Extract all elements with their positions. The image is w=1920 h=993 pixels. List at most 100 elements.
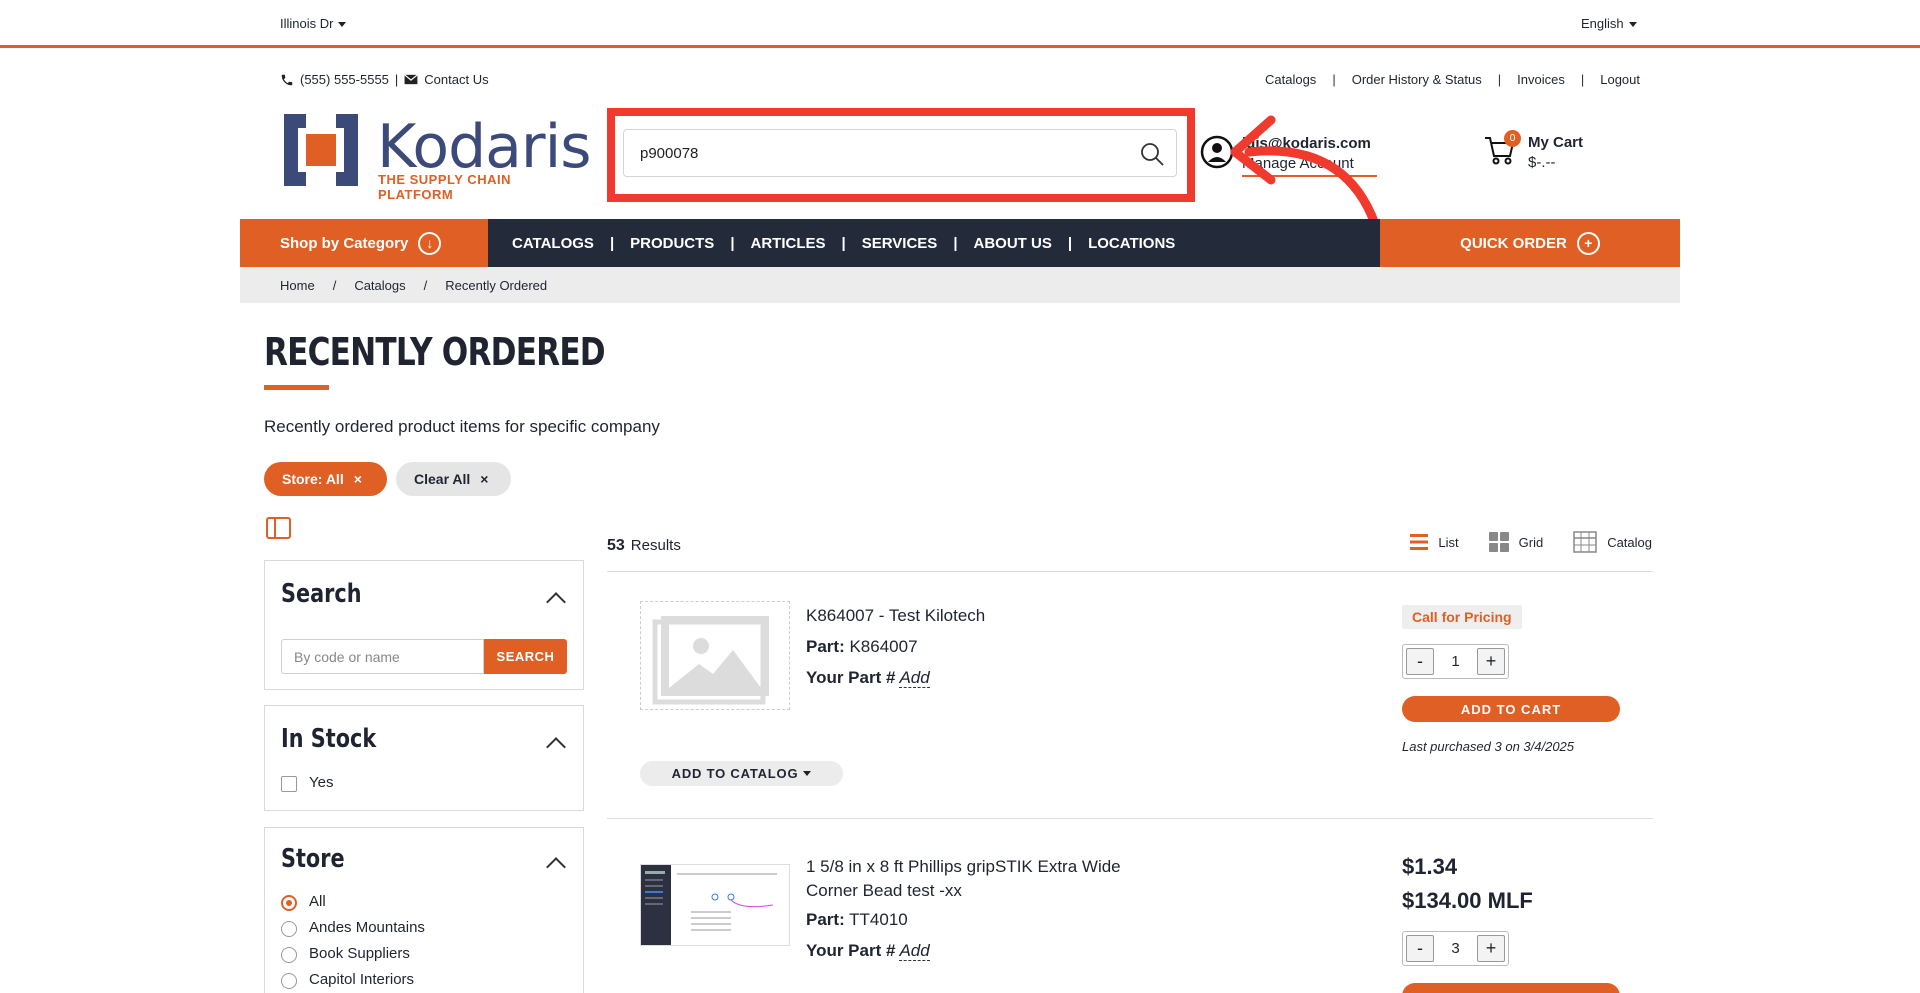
product-image[interactable] xyxy=(640,864,790,946)
breadcrumb-catalogs[interactable]: Catalogs xyxy=(354,278,405,293)
close-icon[interactable]: × xyxy=(480,471,488,487)
page-title: RECENTLY ORDERED xyxy=(264,330,606,374)
product-image-placeholder[interactable] xyxy=(640,601,790,710)
filter-search-input[interactable]: By code or name xyxy=(281,639,484,674)
chevron-down-icon xyxy=(338,22,347,28)
chevron-up-icon[interactable] xyxy=(546,592,566,612)
location-selector[interactable]: Illinois Dr xyxy=(280,16,347,31)
breadcrumb-current: Recently Ordered xyxy=(445,277,548,293)
nav-about-us[interactable]: ABOUT US xyxy=(974,235,1052,252)
nav-products[interactable]: PRODUCTS xyxy=(630,235,714,252)
store-label: Andes Mountains xyxy=(309,919,425,936)
breadcrumb-home[interactable]: Home xyxy=(280,278,315,293)
nav-links: CATALOGS | PRODUCTS | ARTICLES | SERVICES | … xyxy=(512,219,1175,267)
shop-by-category-button[interactable]: Shop by Category ↓ xyxy=(240,219,488,267)
product-unit-price: $134.00 MLF xyxy=(1402,888,1533,913)
search-icon[interactable] xyxy=(1140,142,1164,166)
quantity-stepper[interactable]: - 1 + xyxy=(1402,644,1509,679)
qty-plus-button[interactable]: + xyxy=(1477,935,1505,962)
catalogs-link[interactable]: Catalogs xyxy=(1265,72,1316,87)
product-part: Part: K864007 xyxy=(806,637,918,656)
nav-divider: | xyxy=(1067,234,1073,252)
add-to-cart-button[interactable] xyxy=(1402,983,1620,993)
store-radio[interactable] xyxy=(281,947,297,963)
phone-icon xyxy=(281,74,293,85)
logo[interactable]: Kodaris THE SUPPLY CHAIN PLATFORM xyxy=(284,112,592,202)
table-icon xyxy=(1573,531,1597,553)
divider xyxy=(607,818,1653,819)
plus-circle-icon: + xyxy=(1576,231,1600,255)
store-label: All xyxy=(309,893,326,910)
view-catalog-button[interactable]: Catalog xyxy=(1573,531,1652,553)
chevron-down-icon xyxy=(1628,22,1637,28)
your-part-number: Your Part # Add xyxy=(806,941,930,961)
call-for-pricing-badge: Call for Pricing xyxy=(1402,605,1522,629)
top-bar: Illinois Dr English xyxy=(0,0,1920,48)
page: Illinois Dr English (555) 555-5555 | Con… xyxy=(0,0,1920,993)
image-placeholder-icon xyxy=(652,616,769,705)
last-purchased-text: Last purchased 3 on 3/4/2025 xyxy=(1402,739,1575,754)
search-query-text: p900078 xyxy=(640,145,699,162)
quantity-stepper[interactable]: - 3 + xyxy=(1402,931,1509,966)
qty-plus-button[interactable]: + xyxy=(1477,648,1505,675)
search-filter-panel: Search By code or name SEARCH xyxy=(264,560,584,690)
add-to-cart-button[interactable]: ADD TO CART xyxy=(1402,696,1620,722)
in-stock-checkbox[interactable] xyxy=(281,776,297,792)
util-divider: | xyxy=(394,72,399,87)
chevron-up-icon[interactable] xyxy=(546,857,566,877)
contact-us-link[interactable]: Contact Us xyxy=(424,72,488,87)
sidebar-toggle-icon[interactable] xyxy=(266,517,291,539)
in-stock-label: Yes xyxy=(309,774,334,791)
phone-number[interactable]: (555) 555-5555 xyxy=(300,72,389,87)
site-search-input[interactable]: p900078 xyxy=(623,129,1177,177)
nav-divider: | xyxy=(609,234,615,252)
chevron-up-icon[interactable] xyxy=(546,737,566,757)
add-to-catalog-button[interactable]: ADD TO CATALOG xyxy=(640,761,843,786)
nav-catalogs[interactable]: CATALOGS xyxy=(512,235,594,252)
filter-search-button[interactable]: SEARCH xyxy=(484,639,567,674)
cart-label: My Cart xyxy=(1528,134,1584,151)
breadcrumb-sep: / xyxy=(423,277,428,293)
add-your-part-link[interactable]: Add xyxy=(899,941,930,961)
qty-minus-button[interactable]: - xyxy=(1406,648,1434,675)
util-divider: | xyxy=(1332,72,1336,87)
nav-services[interactable]: SERVICES xyxy=(862,235,938,252)
quick-order-button[interactable]: QUICK ORDER + xyxy=(1380,219,1680,267)
store-radio[interactable] xyxy=(281,973,297,989)
store-filter-title: Store xyxy=(281,844,345,874)
title-underline xyxy=(264,385,329,390)
view-grid-button[interactable]: Grid xyxy=(1488,532,1543,552)
mail-icon xyxy=(404,74,419,85)
list-icon xyxy=(1410,534,1429,550)
account-links: Catalogs | Order History & Status | Invo… xyxy=(1265,72,1640,87)
close-icon[interactable]: × xyxy=(354,471,362,487)
qty-value[interactable]: 1 xyxy=(1437,645,1474,678)
chevron-down-icon xyxy=(803,771,812,776)
qty-minus-button[interactable]: - xyxy=(1406,935,1434,962)
nav-articles[interactable]: ARTICLES xyxy=(751,235,826,252)
order-history-link[interactable]: Order History & Status xyxy=(1352,72,1482,87)
nav-locations[interactable]: LOCATIONS xyxy=(1088,235,1175,252)
view-list-button[interactable]: List xyxy=(1410,534,1459,550)
store-radio-all[interactable] xyxy=(281,895,297,911)
qty-value[interactable]: 3 xyxy=(1437,932,1474,965)
store-radio[interactable] xyxy=(281,921,297,937)
grid-icon xyxy=(1488,532,1509,552)
mini-cart[interactable]: 0 My Cart $-.-- xyxy=(1484,130,1583,171)
your-part-number: Your Part # Add xyxy=(806,668,930,688)
logout-link[interactable]: Logout xyxy=(1600,72,1640,87)
invoices-link[interactable]: Invoices xyxy=(1517,72,1565,87)
add-your-part-link[interactable]: Add xyxy=(899,668,930,688)
store-filter-chip[interactable]: Store: All × xyxy=(264,462,387,496)
product-name-link[interactable]: 1 5/8 in x 8 ft Phillips gripSTIK Extra … xyxy=(806,855,1121,903)
breadcrumb-sep: / xyxy=(332,277,337,293)
page-subtitle: Recently ordered product items for speci… xyxy=(264,417,660,436)
product-name-link[interactable]: K864007 - Test Kilotech xyxy=(806,606,985,626)
logo-mark-icon xyxy=(284,114,358,186)
product-price: $1.34 xyxy=(1402,854,1458,879)
store-label: Capitol Interiors xyxy=(309,971,415,988)
product-screenshot-icon xyxy=(641,865,789,945)
divider xyxy=(607,571,1653,572)
language-selector[interactable]: English xyxy=(1581,16,1637,31)
clear-all-chip[interactable]: Clear All × xyxy=(396,462,511,496)
